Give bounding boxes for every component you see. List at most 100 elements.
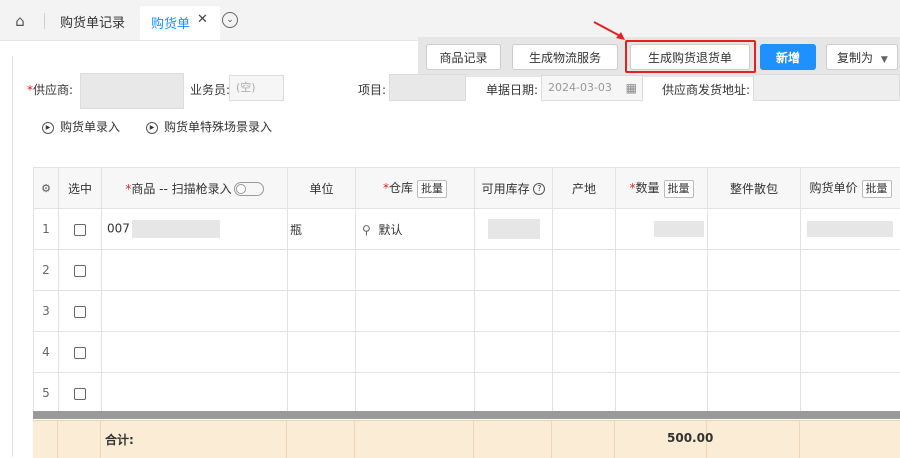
warehouse-cell[interactable] [356, 373, 475, 414]
help-icon[interactable]: ? [533, 183, 545, 195]
new-button[interactable]: 新增 [760, 44, 816, 70]
price-cell[interactable] [801, 332, 900, 373]
available-cell [475, 250, 553, 291]
unit-cell[interactable] [288, 250, 356, 291]
quantity-cell[interactable] [616, 373, 708, 414]
table-settings-header[interactable]: ⚙ [34, 168, 59, 209]
settings-icon[interactable]: ⚙ [41, 182, 51, 195]
row-checkbox[interactable] [74, 265, 86, 277]
row-checkbox[interactable] [74, 347, 86, 359]
horizontal-scrollbar[interactable] [33, 411, 900, 419]
select-cell[interactable] [59, 373, 102, 414]
origin-header: 产地 [553, 168, 616, 209]
product-code: 007 [107, 222, 130, 236]
unit-cell[interactable] [288, 373, 356, 414]
totals-label: 合计: [105, 431, 134, 448]
select-cell[interactable] [59, 332, 102, 373]
totals-cell [707, 421, 800, 458]
tab-purchase-order[interactable]: 购货单 ✕ [140, 6, 220, 40]
product-cell[interactable] [102, 332, 288, 373]
supplier-label: *供应商: [27, 81, 73, 98]
available-redacted [488, 219, 540, 239]
generate-logistics-button[interactable]: 生成物流服务 [512, 44, 618, 70]
pack-cell[interactable] [708, 332, 801, 373]
price-cell[interactable] [801, 209, 900, 250]
totals-quantity: 500.00 [667, 431, 713, 445]
special-entry-link[interactable]: ▶购货单特殊场景录入 [146, 118, 272, 135]
date-field[interactable]: 2024-03-03 ▦ [541, 75, 643, 101]
row-checkbox[interactable] [74, 388, 86, 400]
price-cell[interactable] [801, 373, 900, 414]
salesman-field[interactable]: (空) [229, 75, 284, 101]
row-checkbox[interactable] [74, 224, 86, 236]
row-number: 1 [34, 209, 59, 250]
quantity-cell[interactable] [616, 250, 708, 291]
pack-cell[interactable] [708, 291, 801, 332]
salesman-label: 业务员: [190, 81, 230, 98]
tab-bar: ⌂ 购货单记录 购货单 ✕ ⌄ [0, 0, 900, 41]
totals-cell [355, 421, 474, 458]
date-label: 单据日期: [486, 81, 538, 98]
pack-cell[interactable] [708, 209, 801, 250]
purchase-entry-link[interactable]: ▶购货单录入 [42, 118, 120, 135]
quantity-cell[interactable] [616, 332, 708, 373]
product-header: *商品 -- 扫描枪录入 [102, 168, 288, 209]
origin-cell[interactable] [553, 209, 616, 250]
origin-cell[interactable] [553, 250, 616, 291]
pack-cell[interactable] [708, 250, 801, 291]
special-entry-label: 购货单特殊场景录入 [164, 120, 272, 134]
supplier-field[interactable] [80, 73, 184, 109]
unit-cell[interactable] [288, 332, 356, 373]
purchase-entry-label: 购货单录入 [60, 120, 120, 134]
warehouse-cell[interactable] [356, 250, 475, 291]
select-cell[interactable] [59, 250, 102, 291]
warehouse-cell[interactable]: ⚲ 默认 [356, 209, 475, 250]
table-row: 3 [34, 291, 900, 332]
quantity-cell[interactable] [616, 209, 708, 250]
product-cell[interactable]: 007 [102, 209, 288, 250]
unit-cell[interactable]: 瓶 [288, 209, 356, 250]
copy-as-dropdown[interactable]: 复制为 ▼ [826, 44, 898, 70]
home-icon[interactable]: ⌂ [10, 11, 30, 31]
row-number: 2 [34, 250, 59, 291]
row-checkbox[interactable] [74, 306, 86, 318]
totals-cell [287, 421, 355, 458]
select-cell[interactable] [59, 209, 102, 250]
pack-cell[interactable] [708, 373, 801, 414]
available-cell [475, 332, 553, 373]
totals-cell [552, 421, 615, 458]
search-icon[interactable]: ⚲ [362, 223, 371, 237]
project-field[interactable] [389, 74, 466, 101]
origin-cell[interactable] [553, 373, 616, 414]
quantity-cell[interactable] [616, 291, 708, 332]
warehouse-cell[interactable] [356, 291, 475, 332]
tab-purchase-records[interactable]: 购货单记录 [60, 12, 125, 31]
price-batch-button[interactable]: 批量 [862, 180, 892, 198]
quantity-batch-button[interactable]: 批量 [664, 180, 694, 198]
price-header: 购货单价批量 [801, 168, 900, 209]
scan-toggle[interactable] [234, 182, 264, 196]
product-record-button[interactable]: 商品记录 [426, 44, 501, 70]
price-cell[interactable] [801, 250, 900, 291]
warehouse-batch-button[interactable]: 批量 [417, 180, 447, 198]
product-cell[interactable] [102, 291, 288, 332]
select-cell[interactable] [59, 291, 102, 332]
product-cell[interactable] [102, 373, 288, 414]
available-stock-header: 可用库存 ? [475, 168, 553, 209]
supplier-address-field[interactable] [753, 74, 900, 101]
date-value: 2024-03-03 [548, 81, 612, 94]
close-icon[interactable]: ✕ [197, 12, 208, 27]
warehouse-cell[interactable] [356, 332, 475, 373]
price-cell[interactable] [801, 291, 900, 332]
warehouse-header: *仓库批量 [356, 168, 475, 209]
origin-cell[interactable] [553, 332, 616, 373]
calendar-icon[interactable]: ▦ [626, 76, 637, 100]
unit-cell[interactable] [288, 291, 356, 332]
totals-row: 合计: 500.00 [33, 420, 900, 458]
chevron-down-icon[interactable]: ⌄ [222, 12, 238, 28]
pack-header: 整件散包 [708, 168, 801, 209]
tab-divider [44, 13, 45, 29]
row-number: 3 [34, 291, 59, 332]
origin-cell[interactable] [553, 291, 616, 332]
product-cell[interactable] [102, 250, 288, 291]
